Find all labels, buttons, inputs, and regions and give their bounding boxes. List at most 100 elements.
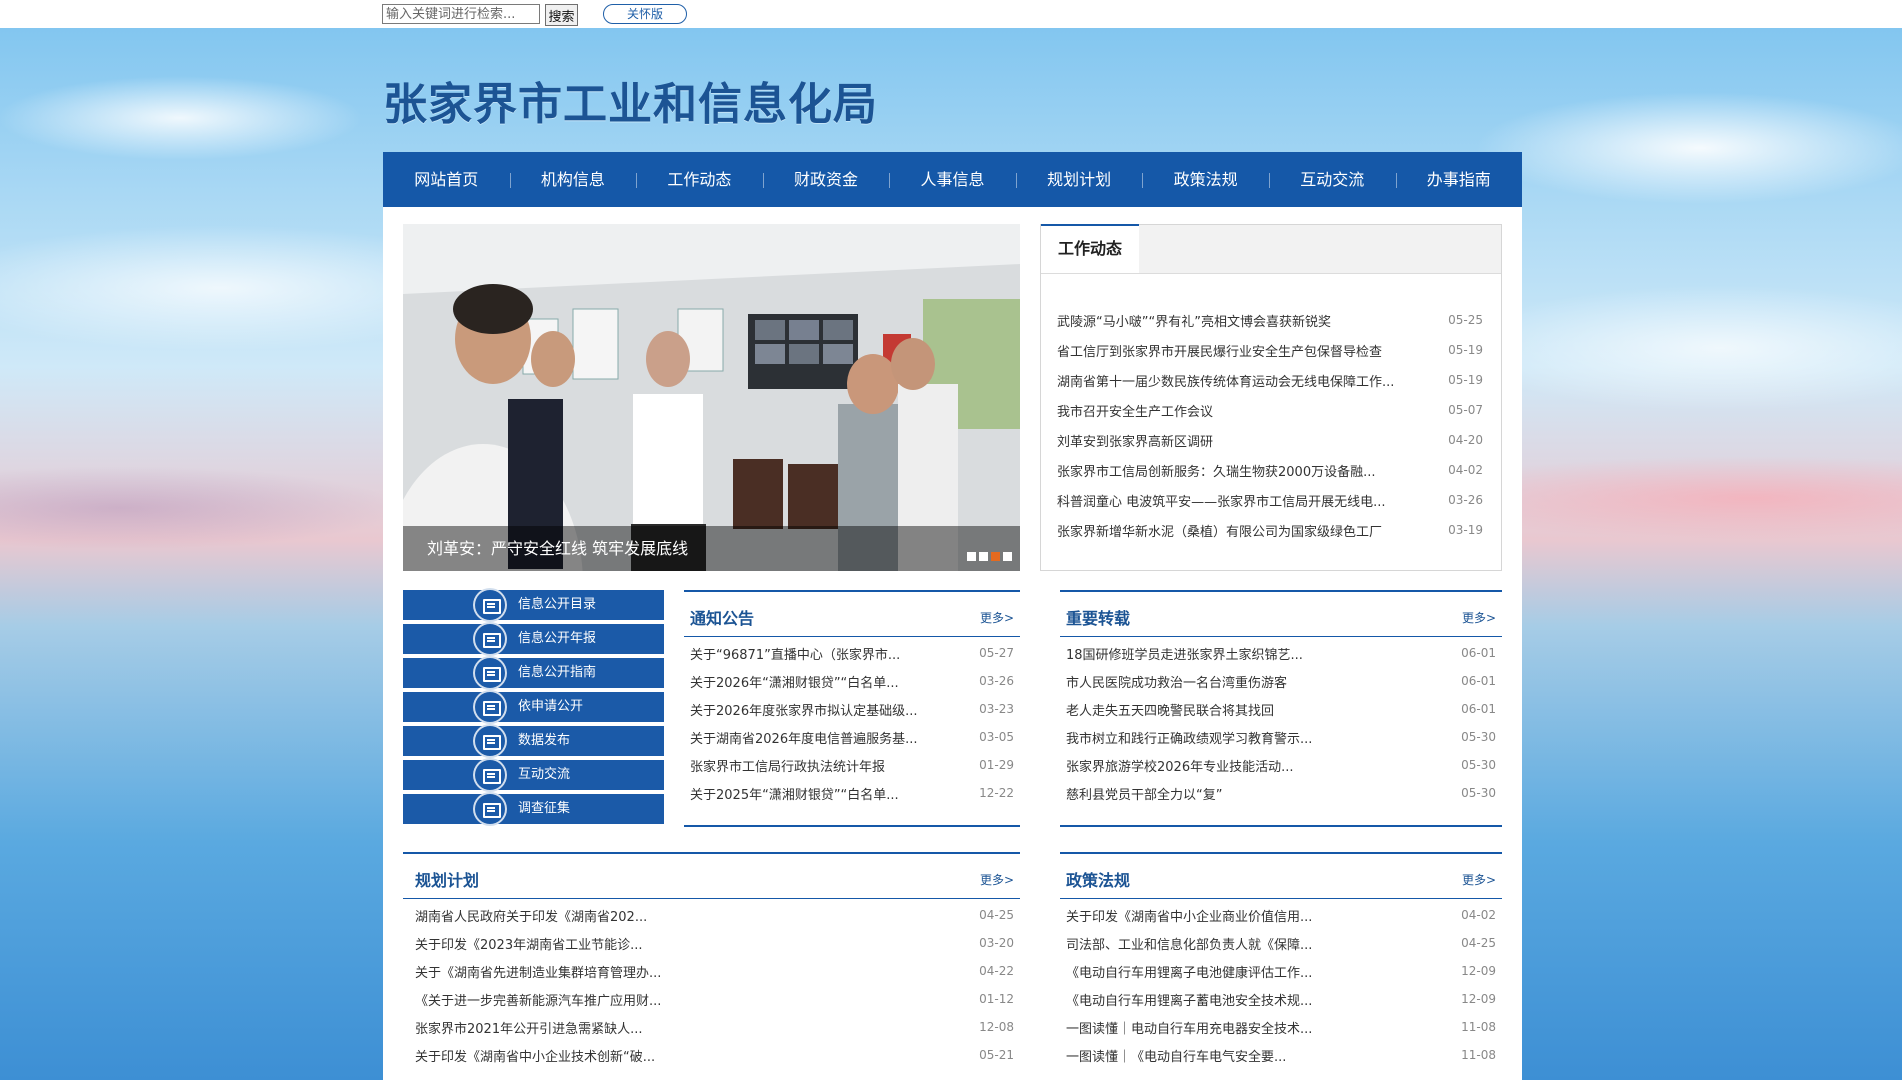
slide-dot-4[interactable] — [1003, 552, 1012, 561]
list-item[interactable]: 科普润童心 电波筑平安——张家界市工信局开展无线电... 03-26 — [1057, 485, 1483, 515]
item-title[interactable]: 关于2026年“潇湘财银贷”“白名单... — [690, 672, 899, 691]
search-input[interactable] — [382, 4, 540, 24]
list-item[interactable]: 《电动自行车用锂离子蓄电池安全技术规... 12-09 — [1066, 985, 1496, 1013]
item-title[interactable]: 《电动自行车用锂离子蓄电池安全技术规... — [1066, 990, 1312, 1009]
list-item[interactable]: 武陵源“马小啵”“界有礼”亮相文博会喜获新锐奖 05-25 — [1057, 305, 1483, 335]
list-item[interactable]: 张家界市工信局行政执法统计年报 01-29 — [690, 751, 1014, 779]
item-title[interactable]: 张家界市工信局创新服务：久瑞生物获2000万设备融... — [1057, 461, 1375, 480]
list-item[interactable]: 刘革安到张家界高新区调研 04-20 — [1057, 425, 1483, 455]
item-title[interactable]: 张家界旅游学校2026年专业技能活动... — [1066, 756, 1293, 775]
item-title[interactable]: 关于《湖南省先进制造业集群培育管理办... — [415, 962, 661, 981]
item-title[interactable]: 《电动自行车用锂离子电池健康评估工作... — [1066, 962, 1312, 981]
item-title[interactable]: 关于印发《湖南省中小企业商业价值信用... — [1066, 906, 1312, 925]
list-item[interactable]: 我市树立和践行正确政绩观学习教育警示... 05-30 — [1066, 723, 1496, 751]
notices-title[interactable]: 通知公告 — [690, 605, 754, 629]
reposts-title[interactable]: 重要转载 — [1066, 605, 1130, 629]
list-item[interactable]: 关于印发《湖南省中小企业商业价值信用... 04-02 — [1066, 901, 1496, 929]
list-item[interactable]: 张家界市工信局创新服务：久瑞生物获2000万设备融... 04-02 — [1057, 455, 1483, 485]
item-title[interactable]: 张家界新增华新水泥（桑植）有限公司为国家级绿色工厂 — [1057, 521, 1382, 540]
nav-item-home[interactable]: 网站首页 — [383, 152, 510, 207]
item-title[interactable]: 市人民医院成功救治一名台湾重伤游客 — [1066, 672, 1287, 691]
list-item[interactable]: 慈利县党员干部全力以“复” 05-30 — [1066, 779, 1496, 807]
list-item[interactable]: 关于湖南省2026年度电信普遍服务基... 03-05 — [690, 723, 1014, 751]
nav-item-plans[interactable]: 规划计划 — [1015, 152, 1143, 207]
list-item[interactable]: 司法部、工业和信息化部负责人就《保障... 04-25 — [1066, 929, 1496, 957]
care-mode-button[interactable]: 关怀版 — [603, 4, 687, 24]
quick-link-info-guide[interactable]: 信息公开指南 — [403, 656, 664, 690]
nav-item-service-guide[interactable]: 办事指南 — [1395, 152, 1523, 207]
item-title[interactable]: 张家界市2021年公开引进急需紧缺人... — [415, 1018, 642, 1037]
item-title[interactable]: 刘革安到张家界高新区调研 — [1057, 431, 1213, 450]
item-title[interactable]: 司法部、工业和信息化部负责人就《保障... — [1066, 934, 1312, 953]
list-item[interactable]: 关于“96871”直播中心（张家界市... 05-27 — [690, 639, 1014, 667]
policies-more-link[interactable]: 更多> — [1462, 871, 1496, 888]
quick-link-annual-report[interactable]: 信息公开年报 — [403, 622, 664, 656]
item-title[interactable]: 慈利县党员干部全力以“复” — [1066, 784, 1222, 803]
plans-title[interactable]: 规划计划 — [415, 867, 479, 891]
nav-item-work-news[interactable]: 工作动态 — [636, 152, 763, 207]
item-title[interactable]: 关于印发《2023年湖南省工业节能诊... — [415, 934, 642, 953]
policies-title[interactable]: 政策法规 — [1066, 867, 1130, 891]
item-title[interactable]: 张家界市工信局行政执法统计年报 — [690, 756, 885, 775]
item-title[interactable]: 我市树立和践行正确政绩观学习教育警示... — [1066, 728, 1312, 747]
list-item[interactable]: 关于印发《湖南省中小企业技术创新“破... 05-21 — [415, 1041, 1014, 1069]
nav-item-org-info[interactable]: 机构信息 — [509, 152, 637, 207]
list-item[interactable]: 一图读懂｜《电动自行车电气安全要... 11-08 — [1066, 1041, 1496, 1069]
item-title[interactable]: 一图读懂｜《电动自行车电气安全要... — [1066, 1046, 1286, 1065]
list-item[interactable]: 关于2026年“潇湘财银贷”“白名单... 03-26 — [690, 667, 1014, 695]
list-item[interactable]: 张家界市2021年公开引进急需紧缺人... 12-08 — [415, 1013, 1014, 1041]
list-item[interactable]: 关于印发《2023年湖南省工业节能诊... 03-20 — [415, 929, 1014, 957]
list-item[interactable]: 关于2026年度张家界市拟认定基础级... 03-23 — [690, 695, 1014, 723]
slide-caption[interactable]: 刘革安：严守安全红线 筑牢发展底线 — [427, 535, 688, 559]
quick-link-request-disclosure[interactable]: 依申请公开 — [403, 690, 664, 724]
site-title[interactable]: 张家界市工业和信息化局 — [383, 68, 878, 132]
nav-item-personnel[interactable]: 人事信息 — [889, 152, 1016, 207]
list-item[interactable]: 我市召开安全生产工作会议 05-07 — [1057, 395, 1483, 425]
nav-item-finance[interactable]: 财政资金 — [762, 152, 890, 207]
notices-more-link[interactable]: 更多> — [980, 609, 1014, 626]
item-title[interactable]: 关于“96871”直播中心（张家界市... — [690, 644, 900, 663]
list-item[interactable]: 《电动自行车用锂离子电池健康评估工作... 12-09 — [1066, 957, 1496, 985]
list-item[interactable]: 关于2025年“潇湘财银贷”“白名单... 12-22 — [690, 779, 1014, 807]
slide-dot-3[interactable] — [991, 552, 1000, 561]
item-title[interactable]: 关于2025年“潇湘财银贷”“白名单... — [690, 784, 899, 803]
item-title[interactable]: 一图读懂｜电动自行车用充电器安全技术... — [1066, 1018, 1312, 1037]
list-item[interactable]: 省工信厅到张家界市开展民爆行业安全生产包保督导检查 05-19 — [1057, 335, 1483, 365]
item-title[interactable]: 武陵源“马小啵”“界有礼”亮相文博会喜获新锐奖 — [1057, 311, 1331, 330]
quick-link-data-release[interactable]: 数据发布 — [403, 724, 664, 758]
list-item[interactable]: 张家界旅游学校2026年专业技能活动... 05-30 — [1066, 751, 1496, 779]
item-title[interactable]: 18国研修班学员走进张家界土家织锦艺... — [1066, 644, 1303, 663]
list-item[interactable]: 湖南省人民政府关于印发《湖南省202... 04-25 — [415, 901, 1014, 929]
list-item[interactable]: 《关于进一步完善新能源汽车推广应用财... 01-12 — [415, 985, 1014, 1013]
item-title[interactable]: 关于印发《湖南省中小企业技术创新“破... — [415, 1046, 655, 1065]
search-button[interactable]: 搜索 — [545, 4, 578, 26]
item-title[interactable]: 省工信厅到张家界市开展民爆行业安全生产包保督导检查 — [1057, 341, 1382, 360]
item-title[interactable]: 科普润童心 电波筑平安——张家界市工信局开展无线电... — [1057, 491, 1386, 510]
quick-link-interaction[interactable]: 互动交流 — [403, 758, 664, 792]
photo-slideshow[interactable]: 刘革安：严守安全红线 筑牢发展底线 — [403, 224, 1020, 571]
list-item[interactable]: 老人走失五天四晚警民联合将其找回 06-01 — [1066, 695, 1496, 723]
quick-link-label: 依申请公开 — [518, 699, 584, 714]
reposts-more-link[interactable]: 更多> — [1462, 609, 1496, 626]
list-item[interactable]: 湖南省第十一届少数民族传统体育运动会无线电保障工作... 05-19 — [1057, 365, 1483, 395]
item-title[interactable]: 我市召开安全生产工作会议 — [1057, 401, 1213, 420]
tab-work-news[interactable]: 工作动态 — [1041, 224, 1139, 273]
slide-dot-1[interactable] — [967, 552, 976, 561]
list-item[interactable]: 张家界新增华新水泥（桑植）有限公司为国家级绿色工厂 03-19 — [1057, 515, 1483, 545]
item-title[interactable]: 湖南省第十一届少数民族传统体育运动会无线电保障工作... — [1057, 371, 1394, 390]
nav-item-policies[interactable]: 政策法规 — [1142, 152, 1269, 207]
list-item[interactable]: 关于《湖南省先进制造业集群培育管理办... 04-22 — [415, 957, 1014, 985]
list-item[interactable]: 市人民医院成功救治一名台湾重伤游客 06-01 — [1066, 667, 1496, 695]
list-item[interactable]: 18国研修班学员走进张家界土家织锦艺... 06-01 — [1066, 639, 1496, 667]
quick-link-info-catalog[interactable]: 信息公开目录 — [403, 588, 664, 622]
list-item[interactable]: 一图读懂｜电动自行车用充电器安全技术... 11-08 — [1066, 1013, 1496, 1041]
plans-more-link[interactable]: 更多> — [980, 871, 1014, 888]
item-title[interactable]: 《关于进一步完善新能源汽车推广应用财... — [415, 990, 661, 1009]
item-title[interactable]: 湖南省人民政府关于印发《湖南省202... — [415, 906, 647, 925]
quick-link-survey[interactable]: 调查征集 — [403, 792, 664, 826]
item-title[interactable]: 关于2026年度张家界市拟认定基础级... — [690, 700, 917, 719]
nav-item-interaction[interactable]: 互动交流 — [1268, 152, 1396, 207]
slide-dot-2[interactable] — [979, 552, 988, 561]
item-title[interactable]: 老人走失五天四晚警民联合将其找回 — [1066, 700, 1274, 719]
item-title[interactable]: 关于湖南省2026年度电信普遍服务基... — [690, 728, 917, 747]
